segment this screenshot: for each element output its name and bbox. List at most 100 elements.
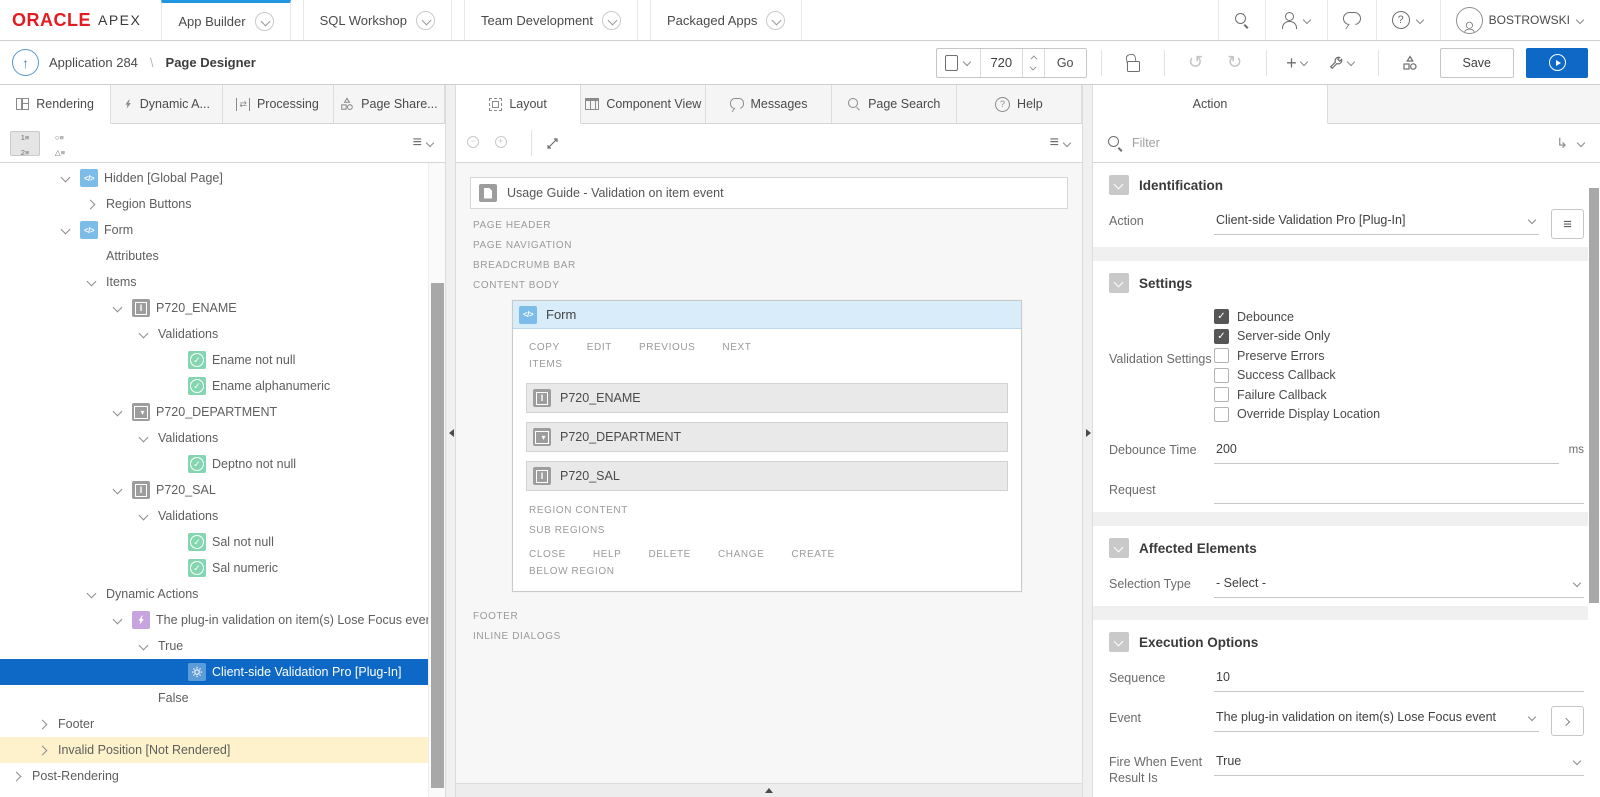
tree-chevron-down-icon[interactable] xyxy=(58,222,74,238)
tree-node-validations[interactable]: Validations xyxy=(0,503,428,529)
grid-link-create[interactable]: CREATE xyxy=(791,549,834,560)
group-by-type-button[interactable] xyxy=(45,131,75,156)
layout-item-p720-sal[interactable]: P720_SAL xyxy=(526,461,1008,491)
tree-node-dynamic-actions[interactable]: Dynamic Actions xyxy=(0,581,428,607)
help-menu-button[interactable] xyxy=(1376,0,1440,40)
grid-link-copy[interactable]: COPY xyxy=(529,342,560,353)
tree-menu-button[interactable] xyxy=(413,134,435,152)
tree-node-validations[interactable]: Validations xyxy=(0,425,428,451)
selection-type-select[interactable]: - Select - xyxy=(1214,572,1584,598)
nav-tab-app-builder[interactable]: App Builder xyxy=(161,0,290,40)
tree-node-sal-not-null[interactable]: Sal not null xyxy=(0,529,428,555)
tree-node-form[interactable]: Form xyxy=(0,217,428,243)
debounce-time-input[interactable] xyxy=(1216,442,1557,456)
fire-when-select[interactable]: True xyxy=(1214,750,1584,776)
administration-menu-button[interactable] xyxy=(1265,0,1327,40)
tree-node-invalid-position-not-rendered[interactable]: Invalid Position [Not Rendered] xyxy=(0,737,428,763)
tree-chevron-down-icon[interactable] xyxy=(136,638,152,654)
tab-page-search[interactable]: Page Search xyxy=(832,85,957,123)
tree-node-footer[interactable]: Footer xyxy=(0,711,428,737)
feedback-button[interactable] xyxy=(1327,0,1376,40)
tab-messages[interactable]: Messages xyxy=(706,85,831,123)
checkbox-override-display-location[interactable] xyxy=(1214,407,1229,422)
tree-chevron-right-icon[interactable] xyxy=(36,742,52,758)
shared-components-button[interactable] xyxy=(1393,48,1427,78)
collapse-section-icon[interactable] xyxy=(1109,273,1129,293)
tree-node-region-buttons[interactable]: Region Buttons xyxy=(0,191,428,217)
tree-chevron-down-icon[interactable] xyxy=(58,170,74,186)
tree-chevron-down-icon[interactable] xyxy=(136,508,152,524)
checkbox-debounce[interactable] xyxy=(1214,309,1229,324)
tree-chevron-down-icon[interactable] xyxy=(136,326,152,342)
zoom-out-icon[interactable] xyxy=(466,135,482,151)
form-region-header[interactable]: Form xyxy=(513,301,1021,329)
zoom-in-icon[interactable] xyxy=(494,135,510,151)
tree-chevron-right-icon[interactable] xyxy=(10,768,26,784)
tree-chevron-down-icon[interactable] xyxy=(110,612,126,628)
checkbox-preserve-errors[interactable] xyxy=(1214,348,1229,363)
lock-button[interactable] xyxy=(1116,48,1150,78)
layout-menu-button[interactable] xyxy=(1050,134,1072,152)
tab-processing[interactable]: Processing xyxy=(223,85,334,123)
layout-item-p720-department[interactable]: P720_DEPARTMENT xyxy=(526,422,1008,452)
utilities-menu-button[interactable] xyxy=(1320,48,1364,78)
user-menu-button[interactable]: BOSTROWSKI xyxy=(1440,0,1600,40)
tree-node-false[interactable]: False xyxy=(0,685,428,711)
global-search-button[interactable] xyxy=(1218,0,1265,40)
tree-chevron-down-icon[interactable] xyxy=(84,586,100,602)
form-region[interactable]: Form COPYEDITPREVIOUSNEXT ITEMS P720_ENA… xyxy=(512,300,1022,592)
redo-button[interactable] xyxy=(1218,48,1252,78)
grid-link-next[interactable]: NEXT xyxy=(722,342,751,353)
tree-node-validations[interactable]: Validations xyxy=(0,321,428,347)
tree-chevron-right-icon[interactable] xyxy=(36,716,52,732)
tree-node-items[interactable]: Items xyxy=(0,269,428,295)
go-to-group-icon[interactable] xyxy=(1556,135,1568,152)
tree-node-ename-not-null[interactable]: Ename not null xyxy=(0,347,428,373)
filter-input[interactable] xyxy=(1132,136,1547,150)
sequence-input[interactable] xyxy=(1216,670,1582,684)
chevron-down-icon[interactable] xyxy=(1577,139,1586,148)
page-finder-button[interactable] xyxy=(937,49,980,77)
go-button[interactable]: Go xyxy=(1044,49,1086,77)
action-quickpick-button[interactable] xyxy=(1551,209,1584,239)
checkbox-success-callback[interactable] xyxy=(1214,368,1229,383)
collapse-section-icon[interactable] xyxy=(1109,175,1129,195)
undo-button[interactable] xyxy=(1179,48,1213,78)
go-to-event-button[interactable] xyxy=(1551,706,1584,736)
event-select[interactable]: The plug-in validation on item(s) Lose F… xyxy=(1214,706,1539,732)
checkbox-server-side-only[interactable] xyxy=(1214,329,1229,344)
tab-page-share[interactable]: Page Share... xyxy=(334,85,445,123)
grid-link-help[interactable]: HELP xyxy=(593,549,622,560)
debounce-time-field[interactable] xyxy=(1214,438,1559,464)
request-input[interactable] xyxy=(1216,482,1582,496)
scrollbar-thumb[interactable] xyxy=(1589,188,1599,603)
action-select[interactable]: Client-side Validation Pro [Plug-In] xyxy=(1214,209,1539,235)
run-page-button[interactable] xyxy=(1526,48,1588,78)
tree-scrollbar[interactable] xyxy=(428,163,445,797)
tree-node-post-rendering[interactable]: Post-Rendering xyxy=(0,763,428,789)
collapse-section-icon[interactable] xyxy=(1109,632,1129,652)
tree-chevron-down-icon[interactable] xyxy=(110,300,126,316)
tree-node-p720-ename[interactable]: P720_ENAME xyxy=(0,295,428,321)
up-to-application-icon[interactable] xyxy=(12,49,39,76)
nav-tab-team-development[interactable]: Team Development xyxy=(464,0,638,40)
tab-dynamic-a[interactable]: Dynamic A... xyxy=(111,85,222,123)
tree-chevron-down-icon[interactable] xyxy=(84,274,100,290)
right-splitter[interactable] xyxy=(1082,85,1093,797)
grid-link-close[interactable]: CLOSE xyxy=(529,549,566,560)
nav-tab-sql-workshop[interactable]: SQL Workshop xyxy=(303,0,452,40)
page-number-input[interactable] xyxy=(980,49,1022,77)
expand-icon[interactable] xyxy=(545,136,560,151)
grid-link-change[interactable]: CHANGE xyxy=(718,549,764,560)
tree-node-p720-sal[interactable]: P720_SAL xyxy=(0,477,428,503)
tree-chevron-down-icon[interactable] xyxy=(110,482,126,498)
tab-help[interactable]: Help xyxy=(957,85,1082,123)
grid-link-delete[interactable]: DELETE xyxy=(648,549,691,560)
tree-chevron-down-icon[interactable] xyxy=(110,404,126,420)
grid-link-edit[interactable]: EDIT xyxy=(587,342,612,353)
tab-action[interactable]: Action xyxy=(1093,85,1328,124)
grid-link-previous[interactable]: PREVIOUS xyxy=(639,342,695,353)
tab-rendering[interactable]: Rendering xyxy=(0,85,111,124)
properties-scrollbar[interactable] xyxy=(1588,163,1600,797)
nav-tab-packaged-apps[interactable]: Packaged Apps xyxy=(650,0,802,40)
